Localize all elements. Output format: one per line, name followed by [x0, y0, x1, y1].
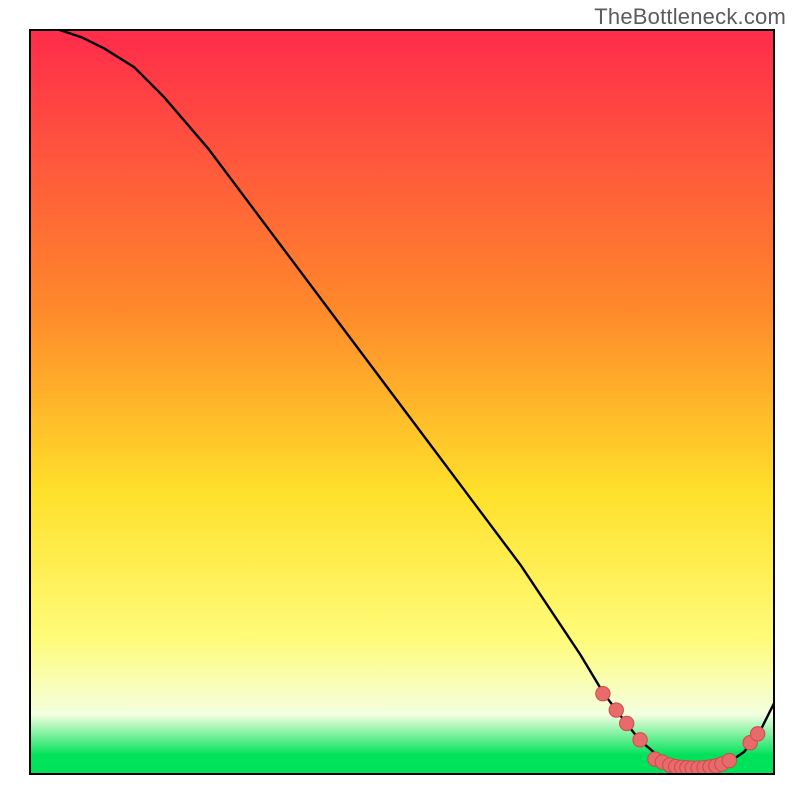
bottleneck-curve-chart: [0, 0, 800, 800]
gradient-background: [30, 30, 774, 774]
data-point-dot: [619, 716, 633, 730]
data-point-dot: [633, 733, 647, 747]
data-point-dot: [722, 753, 736, 767]
data-point-dot: [596, 686, 610, 700]
data-point-dot: [750, 727, 764, 741]
watermark-text: TheBottleneck.com: [594, 4, 786, 30]
chart-stage: TheBottleneck.com: [0, 0, 800, 800]
data-point-dot: [609, 703, 623, 717]
